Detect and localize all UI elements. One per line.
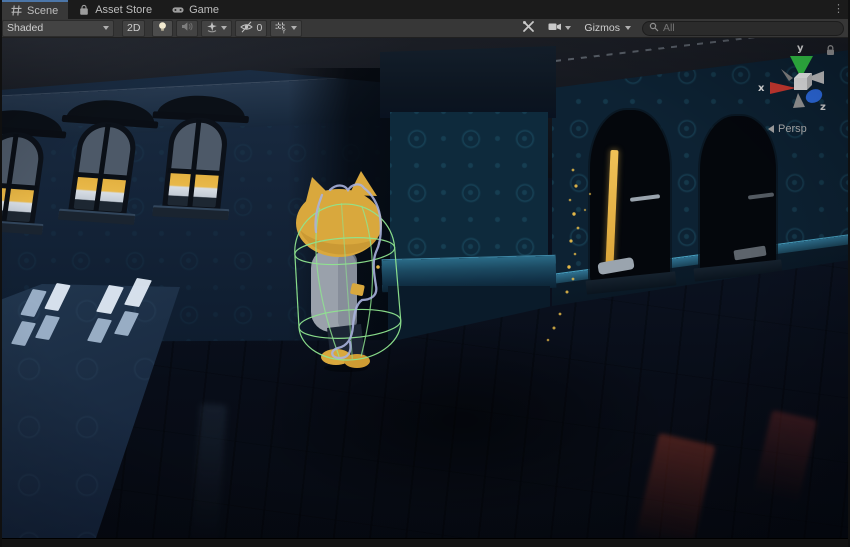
scene-search-field[interactable] (642, 21, 844, 36)
unity-editor-window: Scene Asset Store Game Shaded 2D (0, 0, 850, 547)
tab-label: Game (189, 4, 219, 16)
shading-mode-label: Shaded (7, 22, 43, 34)
gamepad-icon (172, 4, 184, 16)
shading-mode-dropdown[interactable]: Shaded (2, 20, 114, 37)
scene-effects-dropdown[interactable] (201, 20, 232, 37)
gizmos-label: Gizmos (584, 22, 620, 34)
tab-overflow-menu-icon[interactable] (833, 2, 844, 16)
scene-toolbar: Shaded 2D 0 (0, 19, 850, 38)
pillar-wallpaper (390, 112, 548, 264)
tab-scene[interactable]: Scene (0, 0, 68, 19)
scene-lighting-toggle[interactable] (152, 20, 173, 37)
scene-visibility-toggle[interactable]: 0 (235, 20, 267, 37)
lock-icon[interactable] (824, 44, 837, 57)
chevron-down-icon (291, 26, 297, 30)
svg-text:Y: Y (281, 29, 286, 35)
window-bottom-frame (0, 538, 850, 547)
eye-off-icon (240, 21, 253, 36)
toggle-2d-button[interactable]: 2D (122, 20, 145, 37)
persp-arrow-icon (768, 125, 774, 133)
grid-icon (10, 5, 22, 17)
toggle-2d-label: 2D (127, 22, 140, 34)
bag-icon (78, 4, 90, 16)
pillar-cornice (380, 46, 556, 118)
scene-tabbar: Scene Asset Store Game (0, 0, 850, 19)
projection-toggle[interactable]: Persp (768, 123, 807, 135)
tools-icon (522, 20, 535, 36)
search-icon (649, 19, 659, 37)
effects-icon (206, 21, 218, 36)
grid-visibility-dropdown[interactable]: Y (270, 20, 302, 37)
scene-audio-toggle[interactable] (176, 20, 198, 37)
audio-icon (181, 21, 193, 35)
scene-viewport[interactable]: y x z Persp (0, 38, 850, 538)
component-tools-button[interactable] (517, 20, 540, 37)
persp-label: Persp (778, 123, 807, 135)
floor-shadow (250, 320, 670, 520)
lightbulb-icon (157, 21, 168, 36)
chevron-down-icon (565, 26, 571, 30)
chevron-down-icon (625, 26, 631, 30)
window-left-frame (0, 0, 2, 547)
chevron-down-icon (103, 26, 109, 30)
camera-icon (548, 21, 562, 35)
wall-corner-pillar (380, 46, 556, 348)
gizmos-dropdown[interactable]: Gizmos (579, 20, 636, 37)
tab-label: Scene (27, 5, 58, 17)
grid-snap-icon: Y (275, 22, 288, 34)
search-input[interactable] (663, 22, 837, 34)
hidden-count: 0 (256, 22, 262, 34)
scene-camera-dropdown[interactable] (543, 20, 576, 37)
chevron-down-icon (221, 26, 227, 30)
tab-label: Asset Store (95, 4, 152, 16)
tab-game[interactable]: Game (162, 0, 229, 19)
tab-asset-store[interactable]: Asset Store (68, 0, 162, 19)
